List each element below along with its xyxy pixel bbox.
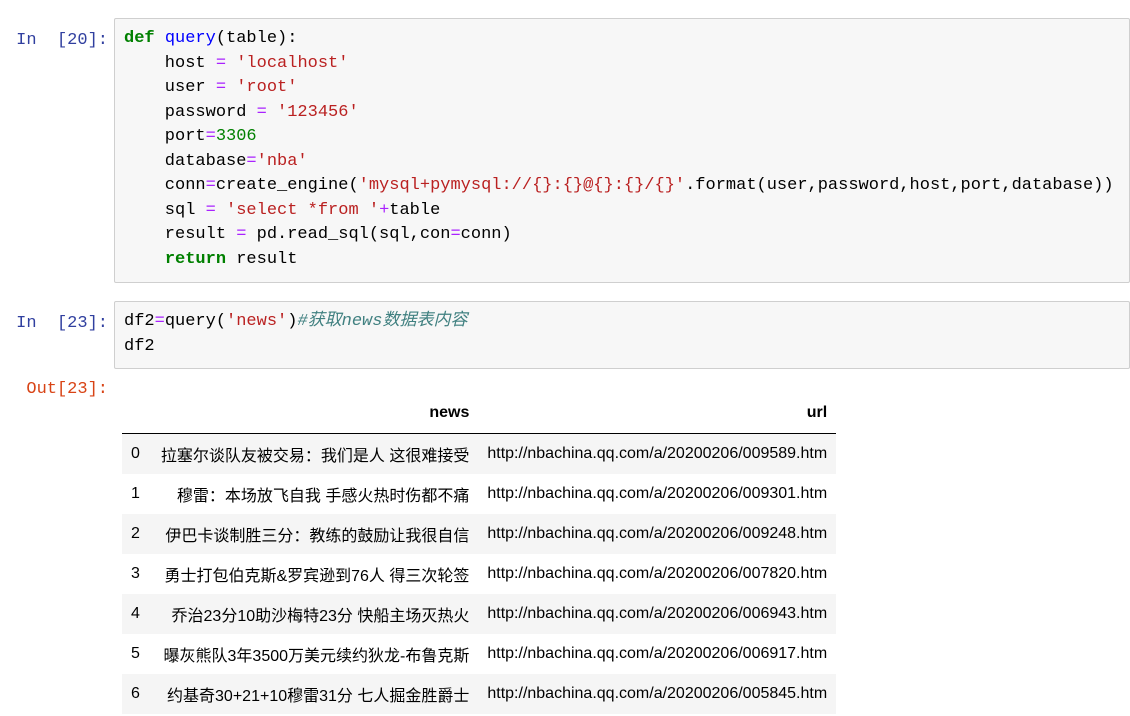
row-index: 3 [131, 565, 140, 582]
table-row: 2 伊巴卡谈制胜三分：教练的鼓励让我很自信 http://nbachina.qq… [122, 514, 837, 554]
news-cell: 伊巴卡谈制胜三分：教练的鼓励让我很自信 [165, 528, 470, 545]
url-cell: http://nbachina.qq.com/a/20200206/009248… [487, 525, 828, 542]
table-row: 4 乔治23分10助沙梅特23分 快船主场灭热火 http://nbachina… [122, 594, 837, 634]
code-line: port=3306 [124, 127, 257, 146]
row-index: 6 [131, 685, 140, 702]
news-cell: 拉塞尔谈队友被交易：我们是人 这很难接受 [160, 448, 470, 465]
code-line: return result [164, 249, 298, 269]
news-cell: 穆雷：本场放飞自我 手感火热时伤都不痛 [176, 488, 470, 505]
code-input-area[interactable]: df2=query('news')#获取news数据表内容 df2 [114, 301, 1130, 369]
url-cell: http://nbachina.qq.com/a/20200206/006917… [487, 645, 828, 662]
code-line: user = 'root' [124, 78, 298, 97]
url-cell: http://nbachina.qq.com/a/20200206/009301… [487, 485, 828, 502]
code-line: host = 'localhost' [124, 53, 349, 73]
row-index: 1 [131, 485, 140, 502]
news-cell: 曝灰熊队3年3500万美元续约狄龙-布鲁克斯 [163, 648, 470, 665]
table-row: 0 拉塞尔谈队友被交易：我们是人 这很难接受 http://nbachina.q… [122, 433, 837, 474]
table-row: 6 约基奇30+21+10穆雷31分 七人掘金胜爵士 http://nbachi… [122, 674, 837, 714]
url-cell: http://nbachina.qq.com/a/20200206/006943… [487, 605, 828, 622]
code-line: result = pd.read_sql(sql,con=conn) [124, 225, 512, 244]
row-index: 0 [131, 445, 140, 462]
input-prompt: In [20]: [16, 31, 108, 50]
news-cell: 约基奇30+21+10穆雷31分 七人掘金胜爵士 [167, 688, 470, 705]
code-line: def query(table): [124, 29, 298, 48]
column-header-news: news [151, 393, 479, 434]
code-cell-query-news[interactable]: In [23]: df2=query('news')#获取news数据表内容 d… [0, 301, 1130, 369]
url-cell: http://nbachina.qq.com/a/20200206/009589… [487, 445, 828, 462]
code-cell-query-def[interactable]: In [20]: def query(table): host = 'local… [0, 18, 1130, 283]
index-header [122, 393, 152, 434]
output-prompt: Out[23]: [26, 380, 108, 399]
row-index: 4 [131, 605, 140, 622]
code-editor[interactable]: def query(table): host = 'localhost' use… [115, 19, 1129, 280]
row-index: 5 [131, 645, 140, 662]
table-row: 5 曝灰熊队3年3500万美元续约狄龙-布鲁克斯 http://nbachina… [122, 634, 837, 674]
code-line: database='nba' [124, 151, 308, 171]
news-cell: 乔治23分10助沙梅特23分 快船主场灭热火 [171, 608, 470, 625]
table-row: 1 穆雷：本场放飞自我 手感火热时伤都不痛 http://nbachina.qq… [122, 474, 837, 514]
news-cell: 勇士打包伯克斯&罗宾逊到76人 得三次轮签 [164, 568, 470, 585]
table-header-row: news url [122, 393, 837, 434]
input-prompt: In [23]: [16, 314, 108, 333]
code-line: df2 [124, 336, 155, 356]
url-cell: http://nbachina.qq.com/a/20200206/005845… [487, 685, 828, 702]
row-index: 2 [131, 525, 140, 542]
url-cell: http://nbachina.qq.com/a/20200206/007820… [487, 565, 828, 582]
dataframe-output: news url 0 拉塞尔谈队友被交易：我们是人 这很难接受 http://n… [122, 393, 837, 714]
table-row: 3 勇士打包伯克斯&罗宾逊到76人 得三次轮签 http://nbachina.… [122, 554, 837, 594]
code-line: password = '123456' [124, 102, 359, 122]
code-line: sql = 'select *from '+table [124, 200, 441, 220]
column-header-url: url [478, 393, 837, 434]
code-input-area[interactable]: def query(table): host = 'localhost' use… [114, 18, 1130, 283]
code-line: conn=create_engine('mysql+pymysql://{}:{… [124, 176, 1114, 195]
code-editor[interactable]: df2=query('news')#获取news数据表内容 df2 [115, 302, 1129, 367]
code-line: df2=query('news')#获取news数据表内容 [124, 312, 468, 331]
